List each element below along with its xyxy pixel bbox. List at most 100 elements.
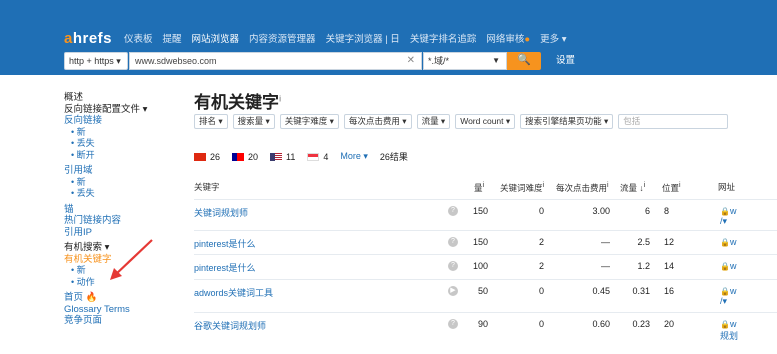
sidebar-item[interactable]: 引用域 <box>64 165 174 177</box>
keyword-link[interactable]: adwords关键词工具 <box>194 286 273 299</box>
sidebar-item[interactable]: 首页 🔥 <box>64 292 174 304</box>
country-tab-sg[interactable]: 4 <box>307 152 328 162</box>
url-link[interactable]: w <box>730 237 737 247</box>
url-link[interactable]: w <box>730 206 737 216</box>
col-keyword[interactable]: 关键字 <box>194 181 220 193</box>
sidebar-item[interactable]: • 新 <box>64 127 174 139</box>
page-title: 有机关键字i <box>194 93 282 112</box>
settings-link[interactable]: 设置 <box>556 52 575 72</box>
cpc-value: — <box>601 261 610 271</box>
url-link[interactable]: w <box>730 319 737 329</box>
url-cell[interactable]: 🔒w/▾ <box>720 286 736 307</box>
clear-icon[interactable]: ✕ <box>407 53 415 69</box>
search-row: http + https ▾ www.sdwebseo.com ✕ *.域/* ▼ … <box>64 52 575 72</box>
sidebar-item[interactable]: • 丢失 <box>64 188 174 200</box>
serp-features-icon[interactable]: ? <box>448 206 458 216</box>
sidebar-item[interactable]: 锚 <box>64 204 174 216</box>
url-link[interactable]: w <box>730 261 737 271</box>
filter-word-count[interactable]: Word count ▾ <box>455 114 516 129</box>
lock-icon: 🔒 <box>720 320 730 329</box>
table-row: 谷歌关键词规划师? 90 0 0.60 0.23 20 🔒w 规划 <box>194 312 777 342</box>
more-countries[interactable]: More ▾ <box>340 151 368 162</box>
sidebar-item[interactable]: • 断开 <box>64 150 174 162</box>
col-position[interactable]: 位置i <box>662 181 681 194</box>
country-tab-tw[interactable]: 20 <box>232 152 258 162</box>
serp-features-icon[interactable]: ? <box>448 261 458 271</box>
sidebar-item[interactable]: 概述 <box>64 92 174 104</box>
cpc-value: 0.60 <box>592 319 610 329</box>
nav-alerts[interactable]: 提醒 <box>163 31 182 45</box>
sidebar-item[interactable]: 引用IP <box>64 227 174 239</box>
col-cpc[interactable]: 每次点击费用i <box>556 181 609 194</box>
lock-icon: 🔒 <box>720 238 730 247</box>
filter-traffic[interactable]: 流量 ▾ <box>416 114 451 129</box>
filter-cpc[interactable]: 每次点击费用 ▾ <box>343 114 412 129</box>
search-button[interactable]: 🔍 <box>507 52 541 70</box>
col-volume[interactable]: 量i <box>474 181 484 194</box>
url-link[interactable]: w <box>730 286 737 296</box>
nav-more[interactable]: 更多 ▾ <box>540 31 566 45</box>
kd-value: 0 <box>538 286 544 296</box>
col-traffic[interactable]: 流量 ↓i <box>620 181 645 194</box>
flag-sg-icon <box>307 153 320 162</box>
traffic-value: 0.23 <box>632 319 650 329</box>
sidebar-item[interactable]: 竞争页面 <box>64 315 174 327</box>
nav-site-explorer[interactable]: 网站浏览器 <box>192 31 240 45</box>
url-cell[interactable]: 🔒w 规划 <box>720 319 738 342</box>
sidebar-item[interactable]: 反向链接 <box>64 115 174 127</box>
info-icon[interactable]: i <box>279 94 281 103</box>
nav-site-audit[interactable]: 网络审核● <box>486 31 530 45</box>
flag-cn-icon <box>194 153 206 162</box>
nav-keywords-explorer[interactable]: 关键字浏览器 | 日 <box>326 31 400 45</box>
sidebar-item[interactable]: • 新 <box>64 177 174 189</box>
url-cell[interactable]: 🔒w <box>720 237 736 247</box>
include-input[interactable]: 包括 <box>618 114 729 129</box>
ahrefs-logo[interactable]: ahrefs <box>64 30 112 47</box>
volume-value: 150 <box>472 237 488 247</box>
result-count: 26结果 <box>379 152 408 162</box>
filter-kd[interactable]: 关键字难度 ▾ <box>279 114 339 129</box>
serp-features-icon[interactable]: ? <box>448 319 458 329</box>
keyword-link[interactable]: 关键词规划师 <box>194 206 248 219</box>
flag-us-icon <box>270 153 283 162</box>
country-tab-cn[interactable]: 26 <box>194 152 220 162</box>
url-cell[interactable]: 🔒w/▾ <box>720 206 736 227</box>
sidebar: 概述 反向链接配置文件 ▾ 反向链接 • 新 • 丢失 • 断开 引用域 • 新 • 丢失锚热门… <box>64 92 174 327</box>
traffic-value: 2.5 <box>637 237 650 247</box>
country-tab-us[interactable]: 11 <box>270 152 295 162</box>
nav-dashboard[interactable]: 仪表板 <box>124 31 153 45</box>
filter-volume[interactable]: 搜索量 ▾ <box>232 114 275 129</box>
nav-content-explorer[interactable]: 内容资源管理器 <box>249 31 316 45</box>
url-input[interactable]: www.sdwebseo.com ✕ <box>129 52 422 70</box>
sidebar-item[interactable]: • 丢失 <box>64 138 174 150</box>
url-cell[interactable]: 🔒w <box>720 261 736 271</box>
cpc-value: 3.00 <box>592 206 610 216</box>
sidebar-item[interactable]: Glossary Terms <box>64 304 174 316</box>
protocol-select[interactable]: http + https ▾ <box>64 52 128 70</box>
keyword-link[interactable]: pinterest是什么 <box>194 261 256 274</box>
volume-value: 100 <box>472 261 488 271</box>
kd-value: 2 <box>538 237 544 247</box>
sidebar-item[interactable]: 反向链接配置文件 ▾ <box>64 104 174 116</box>
cpc-value: 0.45 <box>592 286 610 296</box>
nav-rank-tracker[interactable]: 关键字排名追踪 <box>410 31 477 45</box>
serp-features-icon[interactable]: ? <box>448 237 458 247</box>
serp-features-icon[interactable]: ▶ <box>448 286 458 296</box>
keyword-link[interactable]: pinterest是什么 <box>194 237 256 250</box>
position-value: 20 <box>664 319 675 329</box>
sidebar-item[interactable]: 热门链接内容 <box>64 215 174 227</box>
kd-value: 0 <box>538 206 544 216</box>
col-kd[interactable]: 关键词难度i <box>500 181 544 194</box>
mode-select[interactable]: *.域/* ▼ <box>423 52 507 70</box>
cpc-value: — <box>601 237 610 247</box>
traffic-value: 0.31 <box>632 286 650 296</box>
col-url[interactable]: 网址 <box>718 181 735 193</box>
traffic-value: 1.2 <box>637 261 650 271</box>
volume-value: 50 <box>477 286 488 296</box>
lock-icon: 🔒 <box>720 207 730 216</box>
logo-text: hrefs <box>72 30 113 47</box>
keyword-link[interactable]: 谷歌关键词规划师 <box>194 319 266 332</box>
filter-rank[interactable]: 排名 ▾ <box>194 114 228 129</box>
main-nav: 仪表板 提醒 网站浏览器 内容资源管理器 关键字浏览器 | 日 关键字排名追踪 … <box>124 31 567 45</box>
filter-serp-features[interactable]: 搜索引擎结果页功能 ▾ <box>520 114 614 129</box>
